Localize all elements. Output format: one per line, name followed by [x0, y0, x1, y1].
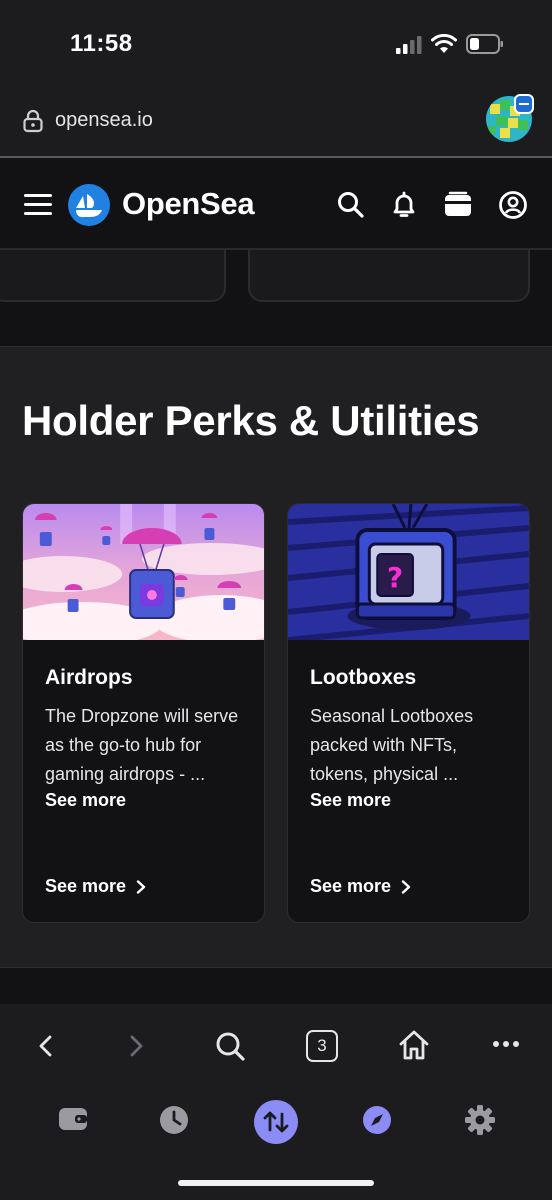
more-icon[interactable] — [492, 1038, 520, 1050]
see-more-inline[interactable]: See more — [310, 790, 391, 811]
previous-card[interactable] — [248, 250, 530, 302]
site-header: OpenSea — [0, 160, 552, 250]
avatar-badge — [514, 94, 534, 114]
brand-name[interactable]: OpenSea — [122, 186, 255, 222]
opensea-logo-icon[interactable] — [68, 184, 110, 226]
chevron-right-icon — [136, 879, 146, 894]
address-bar[interactable]: opensea.io — [0, 90, 552, 158]
home-indicator — [178, 1180, 374, 1186]
perks-section: Holder Perks & Utilities Airdrops The Dr… — [0, 346, 552, 968]
status-time: 11:58 — [70, 30, 133, 57]
see-more-label: See more — [310, 876, 392, 896]
see-more-label: See more — [45, 876, 127, 896]
swap-icon[interactable] — [254, 1100, 298, 1144]
status-bar: 11:58 — [0, 0, 552, 90]
see-more-link[interactable]: See more — [310, 876, 411, 897]
next-section — [0, 968, 552, 1004]
wifi-icon — [431, 33, 457, 53]
back-icon[interactable] — [36, 1034, 56, 1058]
bell-icon[interactable] — [389, 190, 419, 220]
url-text[interactable]: opensea.io — [55, 109, 153, 132]
forward-icon[interactable] — [126, 1034, 146, 1058]
see-more-link[interactable]: See more — [45, 876, 146, 897]
card-description: Seasonal Lootboxes packed with NFTs, tok… — [310, 706, 474, 784]
home-icon[interactable] — [397, 1028, 431, 1062]
settings-icon[interactable] — [464, 1104, 496, 1136]
profile-icon[interactable] — [498, 190, 528, 220]
section-title: Holder Perks & Utilities — [22, 397, 480, 444]
card-description: The Dropzone will serve as the go-to hub… — [45, 706, 239, 784]
browser-toolbar: 3 — [0, 1004, 552, 1200]
chevron-right-icon — [401, 879, 411, 894]
explore-icon[interactable] — [362, 1105, 392, 1135]
previous-section — [0, 250, 552, 346]
tabs-button[interactable]: 3 — [306, 1030, 338, 1062]
card-title: Airdrops — [45, 666, 133, 689]
hamburger-icon[interactable] — [24, 194, 52, 216]
wallet-icon[interactable] — [443, 190, 473, 220]
search-icon[interactable] — [336, 190, 366, 220]
lootboxes-image: ? — [288, 504, 529, 640]
cellular-signal-icon — [396, 36, 422, 54]
search-icon[interactable] — [214, 1030, 246, 1062]
previous-card[interactable] — [0, 250, 226, 302]
airdrops-card[interactable]: Airdrops The Dropzone will serve as the … — [22, 503, 265, 923]
history-icon[interactable] — [159, 1105, 189, 1135]
see-more-inline[interactable]: See more — [45, 790, 126, 811]
card-title: Lootboxes — [310, 666, 417, 689]
wallet-icon[interactable] — [58, 1104, 88, 1134]
airdrops-image — [23, 504, 264, 640]
lock-icon — [23, 109, 43, 133]
battery-icon — [466, 34, 503, 54]
lootboxes-card[interactable]: ? Lootboxes Seasonal Lootboxes packed wi… — [287, 503, 530, 923]
svg-text:?: ? — [387, 561, 403, 594]
